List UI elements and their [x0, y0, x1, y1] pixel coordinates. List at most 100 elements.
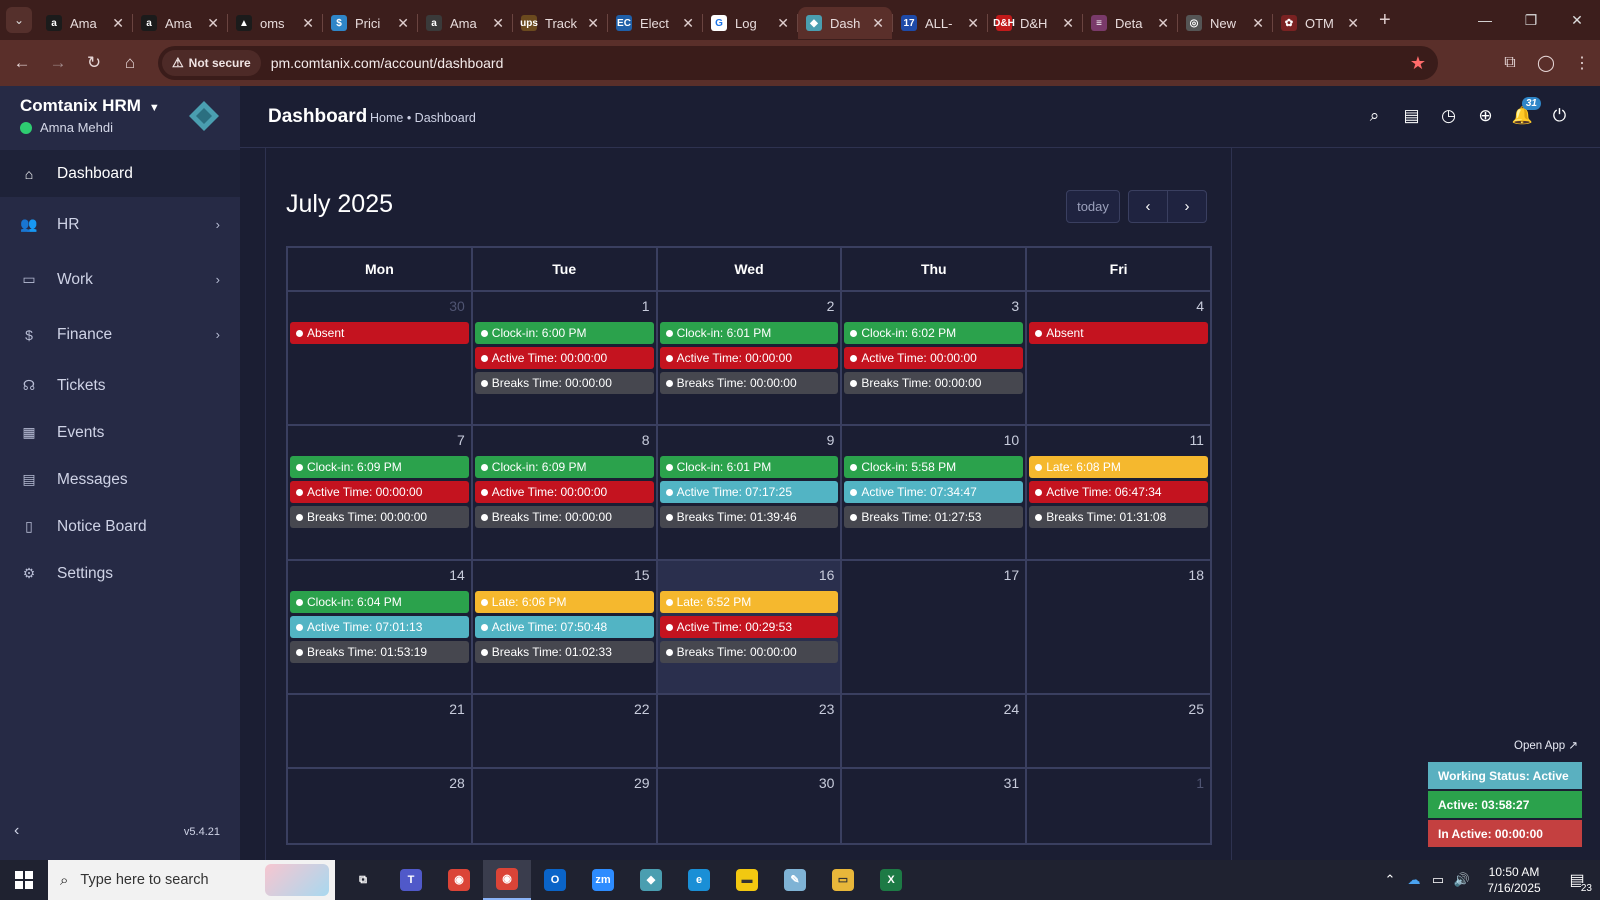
sidebar-item-work[interactable]: ▭ Work ›: [0, 252, 240, 307]
file-explorer-icon[interactable]: ▭: [819, 860, 867, 900]
zoom-icon[interactable]: zm: [579, 860, 627, 900]
chrome-profile-icon[interactable]: ◉: [483, 860, 531, 900]
collapse-sidebar-icon[interactable]: ‹: [14, 822, 19, 840]
minimize-icon[interactable]: —: [1462, 0, 1508, 40]
browser-tab[interactable]: ◎ New ✕: [1178, 7, 1272, 39]
close-tab-icon[interactable]: ✕: [1157, 15, 1169, 32]
calendar-day-cell[interactable]: 24: [842, 695, 1028, 767]
attendance-event[interactable]: Late: 6:08 PM: [1029, 456, 1208, 478]
task-view-icon[interactable]: ⧉: [339, 860, 387, 900]
browser-tab[interactable]: ▲ oms ✕: [228, 7, 322, 39]
calendar-day-cell[interactable]: 15 Late: 6:06 PM Active Time: 07:50:48 Brea…: [473, 561, 658, 693]
attendance-event[interactable]: Active Time: 00:00:00: [290, 481, 469, 503]
close-tab-icon[interactable]: ✕: [492, 15, 504, 32]
sidebar-item-settings[interactable]: ⚙ Settings: [0, 550, 240, 597]
calendar-day-cell[interactable]: 8 Clock-in: 6:09 PM Active Time: 00:00:00 B…: [473, 426, 658, 559]
attendance-event[interactable]: Breaks Time: 00:00:00: [474, 372, 654, 394]
close-tab-icon[interactable]: ✕: [587, 15, 599, 32]
attendance-event[interactable]: Breaks Time: 01:31:08: [1029, 506, 1208, 528]
calendar-day-cell[interactable]: 9 Clock-in: 6:01 PM Active Time: 07:17:25 B…: [658, 426, 843, 559]
brand-switcher[interactable]: Comtanix HRM ▼: [20, 96, 160, 116]
tab-search-icon[interactable]: ⌄: [6, 7, 32, 33]
network-icon[interactable]: ▭: [1426, 872, 1450, 888]
close-tab-icon[interactable]: ✕: [682, 15, 694, 32]
close-window-icon[interactable]: ✕: [1554, 0, 1600, 40]
sidebar-item-events[interactable]: ▦ Events: [0, 409, 240, 456]
calendar-day-cell[interactable]: 17: [842, 561, 1028, 693]
calendar-day-cell[interactable]: 14 Clock-in: 6:04 PM Active Time: 07:01:13…: [288, 561, 473, 693]
back-icon[interactable]: ←: [4, 45, 40, 81]
calendar-day-cell[interactable]: 10 Clock-in: 5:58 PM Active Time: 07:34:47…: [842, 426, 1028, 559]
taskbar-search-input[interactable]: ⌕ Type here to search: [48, 860, 335, 900]
url-input[interactable]: ⚠ Not secure pm.comtanix.com/account/dash…: [158, 46, 1438, 80]
close-tab-icon[interactable]: ✕: [1062, 15, 1074, 32]
close-tab-icon[interactable]: ✕: [302, 15, 314, 32]
calendar-day-cell[interactable]: 28: [288, 769, 473, 843]
attendance-event[interactable]: Clock-in: 6:09 PM: [290, 456, 469, 478]
chevron-up-icon[interactable]: ⌃: [1378, 872, 1402, 888]
breadcrumb[interactable]: Home • Dashboard: [370, 111, 476, 125]
edge-icon[interactable]: e: [675, 860, 723, 900]
power-icon[interactable]: ⏻: [1541, 104, 1578, 128]
browser-tab[interactable]: D&H D&H ✕: [988, 7, 1082, 39]
attendance-event[interactable]: Active Time: 07:17:25: [659, 481, 839, 503]
attendance-event[interactable]: Breaks Time: 01:02:33: [474, 641, 654, 663]
chrome-icon[interactable]: ◉: [435, 860, 483, 900]
attendance-event[interactable]: Absent: [290, 322, 469, 344]
attendance-event[interactable]: Breaks Time: 01:53:19: [290, 641, 469, 663]
attendance-event[interactable]: Breaks Time: 00:00:00: [844, 372, 1024, 394]
attendance-event[interactable]: Breaks Time: 00:00:00: [659, 372, 839, 394]
home-icon[interactable]: ⌂: [112, 45, 148, 81]
sidebar-item-tickets[interactable]: ☊ Tickets: [0, 362, 240, 409]
browser-menu-icon[interactable]: ⋮: [1564, 45, 1600, 81]
calendar-day-cell[interactable]: 23: [658, 695, 843, 767]
close-tab-icon[interactable]: ✕: [967, 15, 979, 32]
sidebar-item-finance[interactable]: $ Finance ›: [0, 307, 240, 362]
calendar-day-cell[interactable]: 2 Clock-in: 6:01 PM Active Time: 00:00:00 B…: [658, 292, 843, 424]
attendance-event[interactable]: Active Time: 00:00:00: [474, 481, 654, 503]
close-tab-icon[interactable]: ✕: [1347, 15, 1359, 32]
attendance-event[interactable]: Clock-in: 6:01 PM: [659, 322, 839, 344]
browser-tab[interactable]: $ Prici ✕: [323, 7, 417, 39]
new-tab-button[interactable]: +: [1379, 9, 1391, 32]
onedrive-icon[interactable]: ☁: [1402, 872, 1426, 888]
system-clock[interactable]: 10:50 AM 7/16/2025: [1474, 864, 1554, 896]
calendar-day-cell[interactable]: 31: [842, 769, 1028, 843]
sticky-note-icon[interactable]: ▤: [1393, 104, 1430, 128]
browser-tab[interactable]: ◆ Dash ✕: [798, 7, 892, 39]
attendance-event[interactable]: Breaks Time: 01:39:46: [659, 506, 839, 528]
attendance-event[interactable]: Active Time: 07:01:13: [290, 616, 469, 638]
restore-icon[interactable]: ❐: [1508, 0, 1554, 40]
attendance-event[interactable]: Active Time: 06:47:34: [1029, 481, 1208, 503]
attendance-event[interactable]: Active Time: 07:34:47: [844, 481, 1024, 503]
browser-tab[interactable]: G Log ✕: [703, 7, 797, 39]
browser-tab[interactable]: a Ama ✕: [418, 7, 512, 39]
volume-icon[interactable]: 🔊: [1450, 872, 1474, 888]
calendar-day-cell[interactable]: 3 Clock-in: 6:02 PM Active Time: 00:00:00 B…: [842, 292, 1028, 424]
browser-tab[interactable]: a Ama ✕: [133, 7, 227, 39]
attendance-event[interactable]: Clock-in: 6:01 PM: [659, 456, 839, 478]
extensions-icon[interactable]: ⧉: [1492, 45, 1528, 81]
notification-center-icon[interactable]: ▤ 23: [1554, 860, 1600, 900]
sidebar-item-notice-board[interactable]: ▯ Notice Board: [0, 503, 240, 550]
notification-bell-icon[interactable]: 🔔 31: [1504, 97, 1541, 128]
browser-tab[interactable]: ≡ Deta ✕: [1083, 7, 1177, 39]
comtanix-icon[interactable]: ◆: [627, 860, 675, 900]
close-tab-icon[interactable]: ✕: [1252, 15, 1264, 32]
sidebar-item-messages[interactable]: ▤ Messages: [0, 456, 240, 503]
windows-start-icon[interactable]: [0, 860, 48, 900]
reload-icon[interactable]: ↻: [76, 45, 112, 81]
attendance-event[interactable]: Breaks Time: 00:00:00: [290, 506, 469, 528]
teams-icon[interactable]: T: [387, 860, 435, 900]
calendar-day-cell[interactable]: 21: [288, 695, 473, 767]
attendance-event[interactable]: Active Time: 00:00:00: [474, 347, 654, 369]
calendar-day-cell[interactable]: 1: [1027, 769, 1210, 843]
attendance-event[interactable]: Clock-in: 6:02 PM: [844, 322, 1024, 344]
attendance-event[interactable]: Breaks Time: 00:00:00: [659, 641, 839, 663]
outlook-icon[interactable]: O: [531, 860, 579, 900]
calendar-day-cell[interactable]: 30 Absent: [288, 292, 473, 424]
bookmark-star-icon[interactable]: ★: [1410, 53, 1426, 74]
calendar-day-cell[interactable]: 16 Late: 6:52 PM Active Time: 00:29:53 Brea…: [657, 561, 843, 693]
add-circle-icon[interactable]: ⊕: [1467, 104, 1504, 128]
calendar-day-cell[interactable]: 1 Clock-in: 6:00 PM Active Time: 00:00:00 B…: [473, 292, 658, 424]
